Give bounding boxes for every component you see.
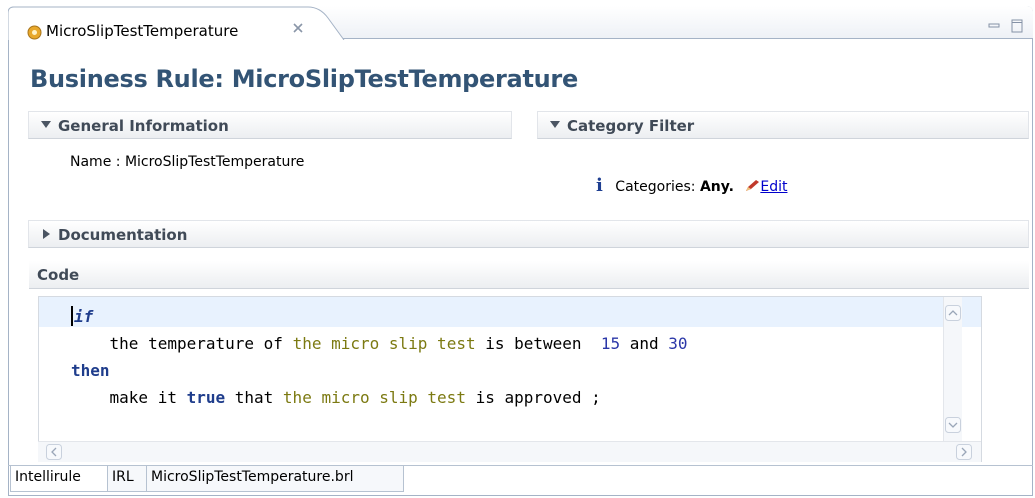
- tab-irl[interactable]: IRL: [107, 466, 147, 492]
- expanded-arrow-icon: [41, 121, 51, 128]
- tab-intellirule[interactable]: Intellirule: [10, 466, 108, 492]
- expanded-arrow-icon: [550, 121, 560, 128]
- collapsed-arrow-icon: [43, 229, 50, 239]
- text-caret: [71, 306, 73, 326]
- category-filter-header[interactable]: Category Filter: [537, 111, 1029, 139]
- name-value: MicroSlipTestTemperature: [124, 154, 305, 170]
- scroll-right-icon[interactable]: [956, 444, 972, 460]
- pencil-icon[interactable]: [744, 179, 760, 193]
- page-title: Business Rule: MicroSlipTestTemperature: [30, 65, 578, 93]
- code-number: 30: [668, 334, 688, 353]
- name-row: Name : MicroSlipTestTemperature: [70, 154, 304, 170]
- info-icon: i: [596, 175, 603, 196]
- code-keyword-if: if: [74, 307, 94, 326]
- section-label: General Information: [58, 117, 229, 135]
- maximize-icon[interactable]: [1011, 18, 1023, 37]
- code-keyword-then: then: [71, 361, 110, 380]
- tab-brl-file[interactable]: MicroSlipTestTemperature.brl: [146, 466, 404, 492]
- code-text[interactable]: if the temperature of the micro slip tes…: [71, 303, 688, 411]
- code-number: 15: [600, 334, 621, 353]
- tab-label: MicroSlipTestTemperature.brl: [151, 469, 354, 485]
- scroll-left-icon[interactable]: [46, 444, 62, 460]
- tab-label: IRL: [112, 469, 134, 485]
- edit-link[interactable]: Edit: [760, 179, 787, 195]
- code-editor[interactable]: if the temperature of the micro slip tes…: [38, 296, 982, 462]
- code-header: Code: [29, 261, 1029, 289]
- code-text-part: is between: [475, 334, 601, 353]
- code-text-part: is approved ;: [465, 388, 601, 407]
- categories-label: Categories:: [615, 179, 696, 195]
- code-text-part: make it: [71, 388, 187, 407]
- documentation-header[interactable]: Documentation: [28, 220, 1029, 248]
- code-label: Code: [37, 266, 80, 284]
- code-text-part: the temperature of: [71, 334, 293, 353]
- code-text-part: and: [620, 334, 669, 353]
- window-controls: [982, 18, 1023, 37]
- general-information-header[interactable]: General Information: [28, 111, 512, 139]
- horizontal-scrollbar[interactable]: [38, 441, 981, 462]
- section-label: Category Filter: [567, 117, 695, 135]
- tab-label: Intellirule: [15, 469, 81, 485]
- vertical-scrollbar[interactable]: [943, 297, 962, 462]
- code-text-part: that: [225, 388, 283, 407]
- rule-gear-icon: [27, 25, 42, 40]
- code-term: the micro slip test: [292, 334, 476, 353]
- categories-row: i Categories: Any. Edit: [596, 175, 787, 196]
- section-label: Documentation: [58, 226, 188, 244]
- minimize-icon[interactable]: [988, 18, 1000, 37]
- scroll-up-icon[interactable]: [945, 305, 961, 321]
- code-term: the micro slip test: [282, 388, 466, 407]
- scroll-down-icon[interactable]: [945, 417, 961, 433]
- tab-title: MicroSlipTestTemperature: [46, 22, 239, 40]
- close-icon[interactable]: [292, 22, 304, 34]
- name-label: Name :: [70, 154, 121, 170]
- editor-tab[interactable]: MicroSlipTestTemperature: [8, 6, 353, 40]
- code-keyword-true: true: [186, 388, 226, 407]
- categories-value: Any.: [699, 179, 734, 195]
